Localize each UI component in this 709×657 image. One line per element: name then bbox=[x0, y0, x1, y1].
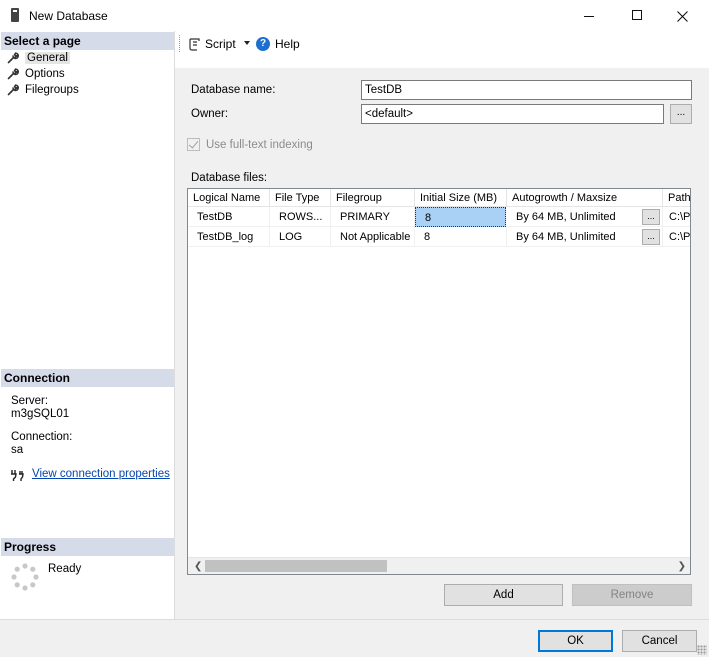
autogrowth-cell: By 64 MB, Unlimited bbox=[507, 227, 663, 247]
connection-header: Connection bbox=[1, 369, 174, 387]
wrench-icon bbox=[7, 52, 19, 64]
script-icon bbox=[189, 38, 200, 51]
page-item-filegroups[interactable]: Filegroups bbox=[7, 82, 79, 98]
dialog-footer: OK Cancel bbox=[0, 619, 709, 657]
owner-label: Owner: bbox=[191, 108, 229, 120]
maximize-icon bbox=[632, 10, 642, 21]
add-button[interactable]: Add bbox=[444, 584, 563, 606]
server-value: m3gSQL01 bbox=[11, 408, 70, 420]
minimize-button[interactable] bbox=[566, 0, 612, 31]
fulltext-indexing-row: Use full-text indexing bbox=[187, 138, 313, 151]
resize-grip-icon[interactable] bbox=[697, 645, 707, 655]
title-bar: New Database bbox=[0, 0, 709, 31]
progress-status: Ready bbox=[48, 563, 82, 575]
wrench-icon bbox=[7, 68, 19, 80]
initial-size-cell[interactable]: 8 bbox=[415, 227, 507, 247]
filegroup-cell[interactable]: Not Applicable bbox=[331, 227, 415, 247]
autogrowth-browse-button[interactable]: ... bbox=[642, 229, 660, 245]
help-icon: ? bbox=[256, 37, 270, 51]
help-button[interactable]: ? Help bbox=[256, 34, 300, 54]
close-icon bbox=[676, 10, 688, 22]
page-item-options[interactable]: Options bbox=[7, 66, 65, 82]
progress-header: Progress bbox=[1, 538, 174, 556]
connection-properties-icon bbox=[11, 470, 24, 481]
progress-spinner-icon bbox=[11, 563, 39, 591]
close-button[interactable] bbox=[659, 0, 705, 31]
view-connection-properties-link[interactable]: View connection properties bbox=[32, 468, 170, 480]
logical-name-cell[interactable]: TestDB bbox=[188, 207, 270, 227]
database-name-label: Database name: bbox=[191, 84, 276, 96]
connection-label: Connection: bbox=[11, 431, 73, 443]
page-item-label: Options bbox=[25, 68, 65, 80]
general-page-panel: Database name: Owner: ... Use full-text … bbox=[175, 68, 709, 619]
server-label: Server: bbox=[11, 395, 49, 407]
connection-value: sa bbox=[11, 444, 24, 456]
column-header[interactable]: Path bbox=[663, 189, 690, 207]
column-header[interactable]: File Type bbox=[270, 189, 331, 207]
left-pane: Select a page General Options Filegroups… bbox=[0, 31, 175, 619]
scrollbar-thumb[interactable] bbox=[205, 560, 387, 572]
autogrowth-browse-button[interactable]: ... bbox=[642, 209, 660, 225]
scroll-left-icon[interactable]: ❮ bbox=[194, 561, 202, 572]
column-header[interactable]: Filegroup bbox=[331, 189, 415, 207]
cancel-button[interactable]: Cancel bbox=[622, 630, 697, 652]
initial-size-cell[interactable]: 8 bbox=[415, 207, 506, 227]
script-dropdown-arrow-icon[interactable] bbox=[244, 41, 250, 45]
column-header[interactable]: Initial Size (MB) bbox=[415, 189, 507, 207]
script-button[interactable]: Script bbox=[187, 34, 236, 54]
toolbar: Script ? Help bbox=[175, 31, 709, 57]
column-header[interactable]: Autogrowth / Maxsize bbox=[507, 189, 663, 207]
horizontal-scrollbar[interactable]: ❮ ❯ bbox=[188, 557, 690, 574]
grid-header: Logical Name File Type Filegroup Initial… bbox=[188, 189, 690, 207]
database-files-grid[interactable]: Logical Name File Type Filegroup Initial… bbox=[187, 188, 691, 575]
path-cell[interactable]: C:\P bbox=[663, 207, 690, 227]
database-app-icon bbox=[11, 8, 19, 22]
database-files-label: Database files: bbox=[191, 172, 268, 184]
file-type-cell[interactable]: LOG bbox=[270, 227, 331, 247]
fulltext-indexing-checkbox[interactable] bbox=[187, 138, 200, 151]
page-item-general[interactable]: General bbox=[7, 50, 70, 66]
logical-name-cell[interactable]: TestDB_log bbox=[188, 227, 270, 247]
select-page-header: Select a page bbox=[1, 32, 174, 50]
script-label: Script bbox=[205, 37, 236, 51]
file-type-cell[interactable]: ROWS... bbox=[270, 207, 331, 227]
window-title: New Database bbox=[29, 9, 108, 23]
table-row[interactable]: TestDB ROWS... PRIMARY 8 By 64 MB, Unlim… bbox=[188, 207, 690, 227]
column-header[interactable]: Logical Name bbox=[188, 189, 270, 207]
page-item-label: General bbox=[25, 52, 70, 64]
help-label: Help bbox=[275, 37, 300, 51]
scroll-right-icon[interactable]: ❯ bbox=[678, 561, 686, 572]
toolbar-grip bbox=[179, 35, 181, 52]
table-row[interactable]: TestDB_log LOG Not Applicable 8 By 64 MB… bbox=[188, 227, 690, 247]
database-name-input[interactable] bbox=[361, 80, 692, 100]
owner-input[interactable] bbox=[361, 104, 664, 124]
fulltext-indexing-label: Use full-text indexing bbox=[206, 138, 313, 151]
owner-browse-button[interactable]: ... bbox=[670, 104, 692, 124]
filegroup-cell[interactable]: PRIMARY bbox=[331, 207, 415, 227]
ok-button[interactable]: OK bbox=[538, 630, 613, 652]
wrench-icon bbox=[7, 84, 19, 96]
minimize-icon bbox=[584, 15, 594, 17]
page-item-label: Filegroups bbox=[25, 84, 79, 96]
autogrowth-cell: By 64 MB, Unlimited bbox=[507, 207, 663, 227]
remove-button[interactable]: Remove bbox=[572, 584, 692, 606]
maximize-button[interactable] bbox=[614, 0, 660, 31]
path-cell[interactable]: C:\P bbox=[663, 227, 690, 247]
